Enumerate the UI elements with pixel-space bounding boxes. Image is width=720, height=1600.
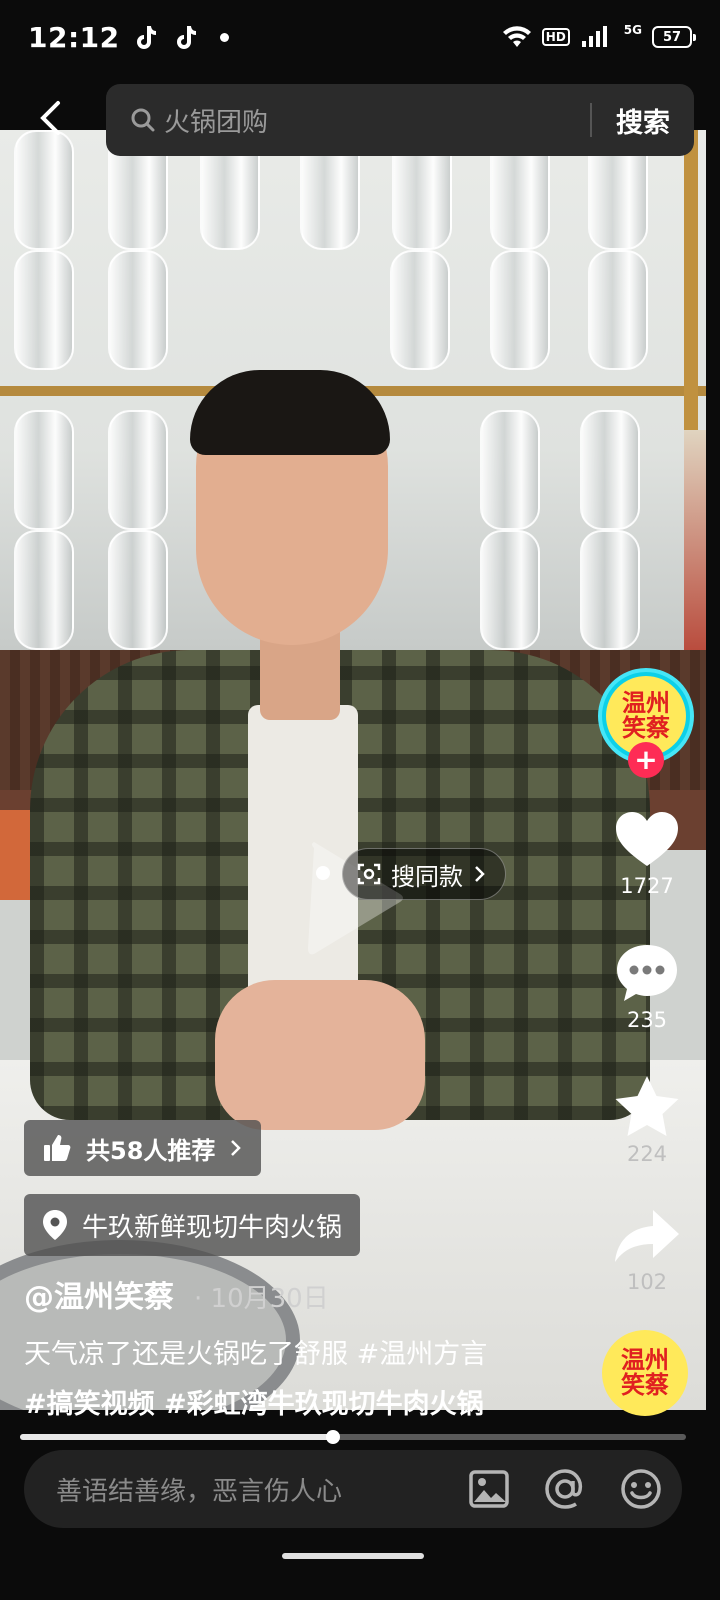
chevron-right-icon <box>475 866 485 882</box>
like-count: 1727 <box>620 874 674 898</box>
search-bar[interactable]: 火锅团购 搜索 <box>106 84 694 156</box>
signal-icon <box>581 26 607 47</box>
video-hashtags[interactable]: #搞笑视频 #彩虹湾牛玖现切牛肉火锅 <box>24 1382 484 1421</box>
music-text-line2: 笑蔡 <box>621 1371 669 1399</box>
video-caption: 天气凉了还是火锅吃了舒服 #温州方言 <box>24 1339 488 1370</box>
music-disc[interactable]: 温州 笑蔡 <box>602 1330 688 1416</box>
location-pill[interactable]: 牛玖新鲜现切牛肉火锅 <box>24 1194 361 1256</box>
hd-badge: HD <box>541 28 570 46</box>
search-icon <box>131 108 155 132</box>
battery-indicator: 57 <box>652 26 696 48</box>
recommend-label: 共58人推荐 <box>86 1136 216 1165</box>
search-same-style-button[interactable]: 搜同款 <box>342 848 506 900</box>
favorite-button[interactable]: 224 <box>610 1074 684 1166</box>
thumbs-up-icon <box>44 1135 71 1161</box>
comment-input[interactable]: 善语结善缘，恶言伤人心 <box>56 1471 342 1508</box>
comment-icon <box>617 945 677 1001</box>
wifi-icon <box>502 26 531 47</box>
location-pin-icon <box>43 1210 67 1240</box>
network-type: 5G <box>623 23 642 37</box>
progress-handle[interactable] <box>326 1430 341 1444</box>
author-name[interactable]: @温州笑蔡 <box>24 1272 174 1316</box>
favorite-count: 224 <box>626 1142 668 1166</box>
emoji-icon[interactable] <box>620 1468 662 1510</box>
same-style-label: 搜同款 <box>391 862 463 891</box>
status-time: 12:12 <box>28 20 120 54</box>
status-bar: 12:12 HD 5G 57 <box>0 0 720 74</box>
comment-input-bar[interactable]: 善语结善缘，恶言伤人心 <box>24 1450 682 1528</box>
tiktok-icon <box>136 26 156 49</box>
search-button[interactable]: 搜索 <box>616 101 670 140</box>
phone-screen: 12:12 HD 5G 57 火锅团购 搜索 搜同款 温州 笑蔡 + 1727 … <box>0 0 720 1600</box>
location-label: 牛玖新鲜现切牛肉火锅 <box>82 1212 343 1243</box>
avatar-text-line1: 温州 <box>622 689 670 717</box>
back-icon[interactable] <box>36 100 66 136</box>
status-icons: HD 5G 57 <box>502 23 696 49</box>
music-text-line1: 温州 <box>621 1346 669 1374</box>
star-icon <box>615 1076 679 1136</box>
scan-icon <box>357 863 381 885</box>
comment-button[interactable]: 235 <box>610 942 684 1032</box>
progress-fill <box>20 1434 334 1440</box>
chevron-right-icon <box>231 1140 242 1156</box>
share-button[interactable]: 102 <box>610 1206 684 1294</box>
video-progress-bar[interactable] <box>20 1430 686 1444</box>
like-button[interactable]: 1727 <box>610 810 684 898</box>
image-icon[interactable] <box>468 1469 510 1509</box>
at-icon[interactable] <box>544 1468 586 1510</box>
follow-button[interactable]: + <box>628 742 664 778</box>
post-date: · 10月30日 <box>194 1284 329 1314</box>
search-input[interactable]: 火锅团购 <box>164 102 268 139</box>
author-line: @温州笑蔡 · 10月30日 <box>24 1272 329 1316</box>
search-divider <box>590 103 592 137</box>
product-tag-dot <box>316 866 330 880</box>
share-count: 102 <box>626 1270 668 1294</box>
heart-icon <box>616 812 678 866</box>
share-icon <box>615 1210 679 1262</box>
tiktok-icon <box>176 26 196 49</box>
avatar-text-line2: 笑蔡 <box>622 714 670 742</box>
comment-count: 235 <box>626 1008 668 1032</box>
home-indicator[interactable] <box>282 1553 424 1559</box>
recommend-pill[interactable]: 共58人推荐 <box>24 1120 262 1176</box>
notification-dot <box>219 32 229 42</box>
